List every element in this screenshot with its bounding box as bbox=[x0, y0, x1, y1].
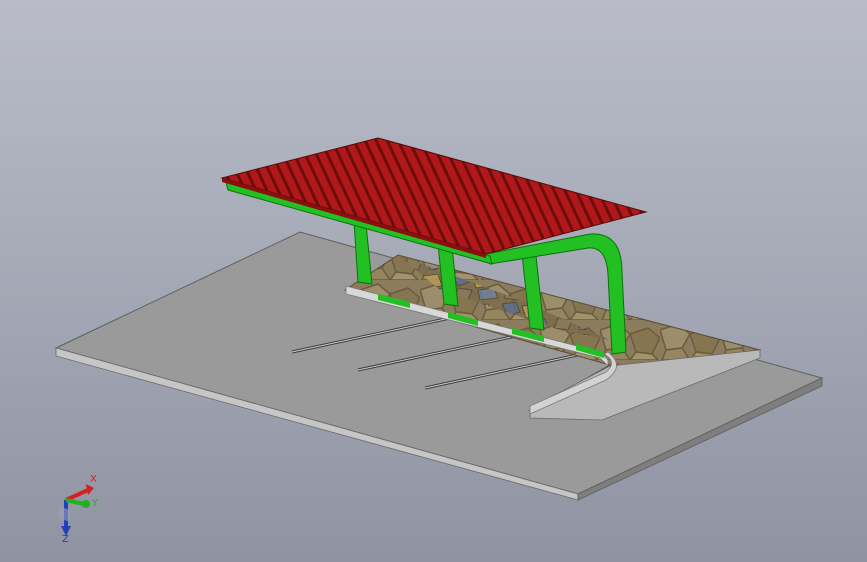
z-axis-label: Z bbox=[62, 534, 69, 542]
x-axis-arrow-icon bbox=[86, 484, 94, 495]
x-axis bbox=[65, 488, 89, 502]
x-axis-label: X bbox=[90, 474, 97, 485]
graphics-viewport[interactable]: X Y Z bbox=[0, 0, 867, 562]
y-axis-arrow-icon bbox=[82, 500, 90, 508]
3d-model-view[interactable] bbox=[0, 0, 867, 562]
triad-plane-icon bbox=[58, 506, 70, 522]
axis-triad: X Y Z bbox=[58, 474, 99, 542]
y-axis bbox=[65, 498, 85, 506]
y-axis-label: Y bbox=[91, 498, 99, 509]
